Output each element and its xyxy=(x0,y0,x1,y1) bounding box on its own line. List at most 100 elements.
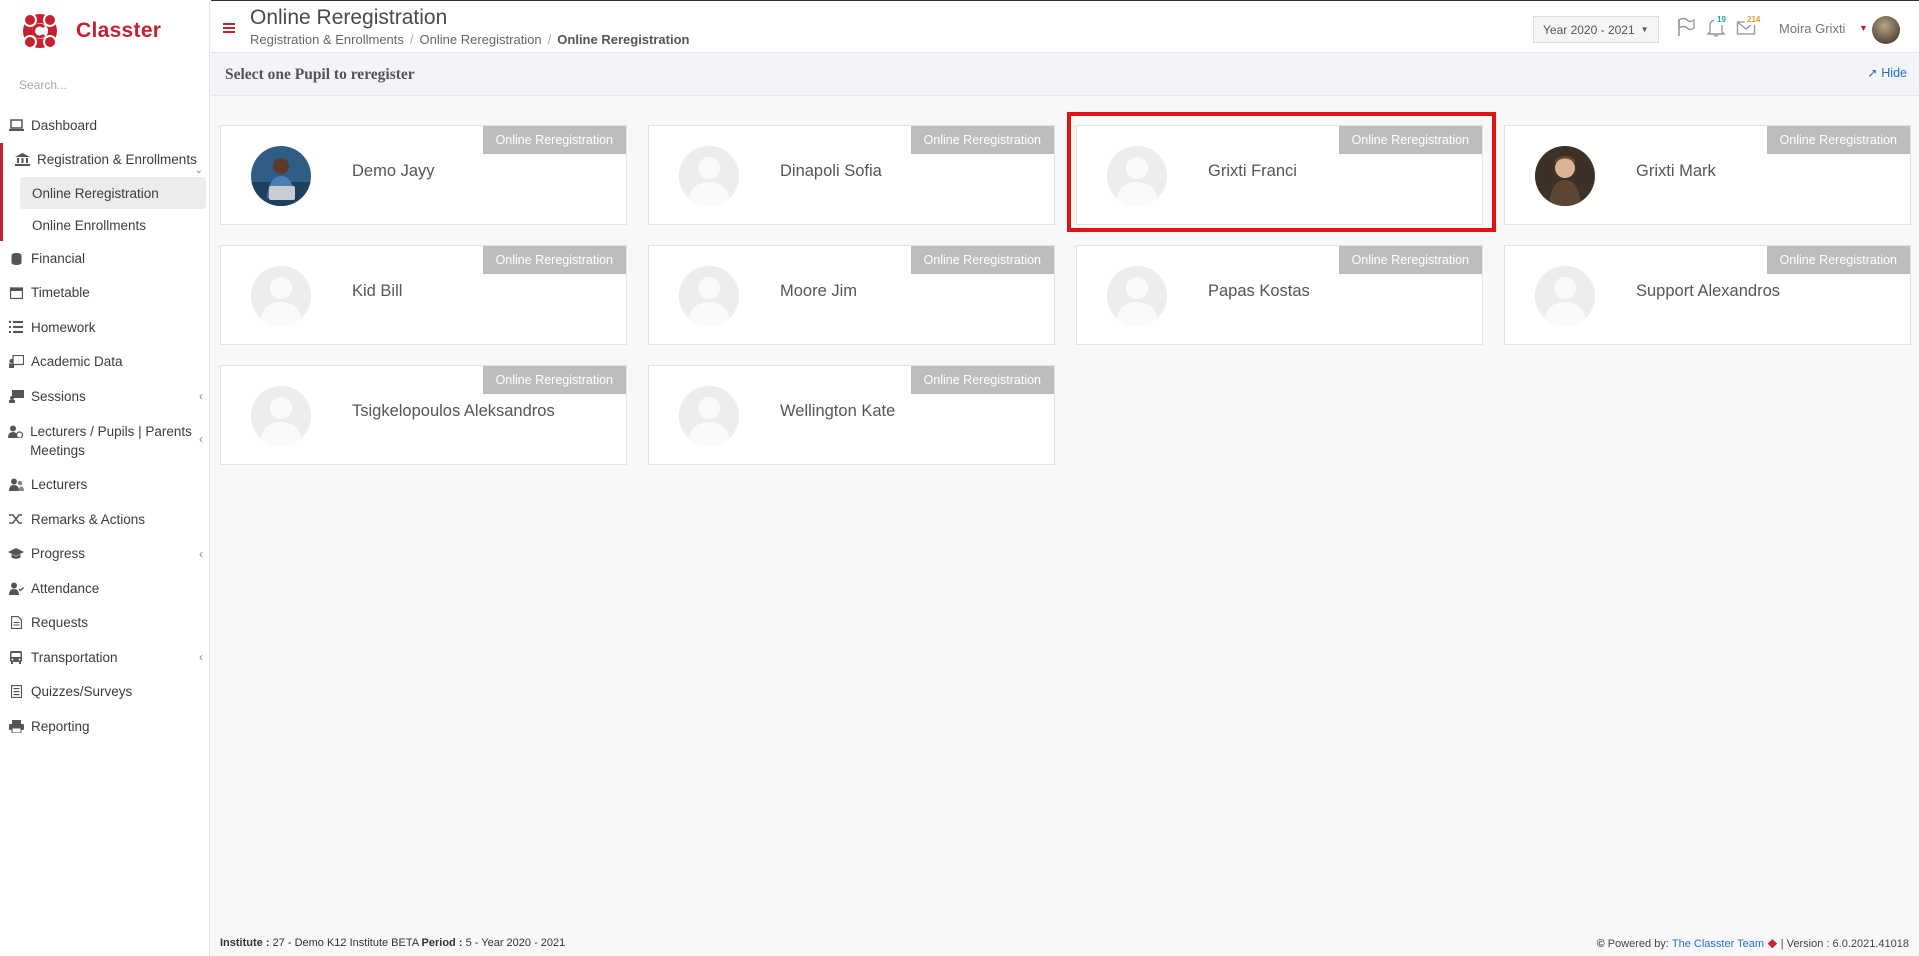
sidebar-item-meetings[interactable]: Lecturers / Pupils | Parents Meetings ‹ xyxy=(0,414,209,468)
institute-value: 27 - Demo K12 Institute BETA xyxy=(272,937,419,949)
pupil-name: Wellington Kate xyxy=(780,402,896,420)
sidebar-subitem-online-reregistration[interactable]: Online Reregistration xyxy=(20,177,206,209)
pupil-card[interactable]: Grixti Franci Online Reregistration xyxy=(1076,125,1483,225)
checklist-icon xyxy=(8,685,24,699)
calendar-icon xyxy=(8,286,24,300)
user-check-icon xyxy=(8,581,24,595)
pupil-card[interactable]: Kid Bill Online Reregistration xyxy=(220,245,627,345)
search-box xyxy=(0,62,209,108)
footer-credits: © Powered by: The Classter Team ❖ | Vers… xyxy=(1597,937,1909,951)
classter-logo-icon xyxy=(23,13,57,49)
online-reregistration-tag[interactable]: Online Reregistration xyxy=(910,246,1054,274)
chevron-left-icon: ‹ xyxy=(199,546,203,561)
pupil-name: Moore Jim xyxy=(780,282,858,300)
sidebar-subitem-label: Online Reregistration xyxy=(32,185,159,201)
chevron-left-icon: ‹ xyxy=(199,431,203,446)
user-clock-icon xyxy=(8,425,24,439)
sidebar-item-label: Remarks & Actions xyxy=(31,511,146,527)
user-avatar[interactable] xyxy=(1872,16,1900,44)
pupil-name: Papas Kostas xyxy=(1208,282,1310,300)
sidebar-item-homework[interactable]: Homework xyxy=(0,310,209,345)
menu-toggle-icon[interactable] xyxy=(223,23,235,33)
pupil-card[interactable]: Tsigkelopoulos Aleksandros Online Reregi… xyxy=(220,365,627,465)
sidebar-item-label: Lecturers / Pupils | Parents Meetings xyxy=(30,423,192,458)
sidebar-item-registration[interactable]: Registration & Enrollments ⌄ xyxy=(0,142,209,177)
pupil-name: Grixti Franci xyxy=(1208,162,1297,180)
pupil-name: Tsigkelopoulos Aleksandros xyxy=(352,402,555,420)
online-reregistration-tag[interactable]: Online Reregistration xyxy=(1766,126,1910,154)
online-reregistration-tag[interactable]: Online Reregistration xyxy=(482,126,626,154)
hide-button[interactable]: ➚ Hide xyxy=(1867,65,1907,80)
printer-icon xyxy=(8,719,24,733)
breadcrumb-item[interactable]: Online Reregistration xyxy=(420,32,542,47)
sidebar-item-label: Reporting xyxy=(31,718,90,734)
shuffle-icon xyxy=(8,512,24,526)
pupil-card[interactable]: Grixti Mark Online Reregistration xyxy=(1504,125,1911,225)
sidebar-item-transportation[interactable]: Transportation ‹ xyxy=(0,640,209,675)
caret-down-icon[interactable]: ▼ xyxy=(1859,23,1868,33)
online-reregistration-tag[interactable]: Online Reregistration xyxy=(482,366,626,394)
sidebar-item-remarks[interactable]: Remarks & Actions xyxy=(0,502,209,537)
caret-down-icon: ▼ xyxy=(1640,25,1649,34)
section-title: Select one Pupil to reregister xyxy=(225,66,415,83)
search-input[interactable] xyxy=(19,78,189,92)
default-avatar-icon xyxy=(251,266,311,326)
default-avatar-icon xyxy=(1535,266,1595,326)
logo[interactable]: Classter xyxy=(0,0,209,62)
team-link[interactable]: The Classter Team xyxy=(1672,938,1764,950)
breadcrumb-item[interactable]: Registration & Enrollments xyxy=(250,32,404,47)
sidebar-item-academic-data[interactable]: Academic Data xyxy=(0,345,209,380)
year-select[interactable]: Year 2020 - 2021 ▼ xyxy=(1533,16,1659,43)
sidebar: Classter Dashboard Registration & Enroll… xyxy=(0,0,210,956)
sidebar-item-label: Timetable xyxy=(31,285,90,301)
sidebar-item-requests[interactable]: Requests xyxy=(0,606,209,641)
breadcrumb: Registration & Enrollments / Online Rere… xyxy=(250,32,689,47)
sidebar-item-label: Academic Data xyxy=(31,354,123,370)
sidebar-item-attendance[interactable]: Attendance xyxy=(0,571,209,606)
default-avatar-icon xyxy=(679,146,739,206)
online-reregistration-tag[interactable]: Online Reregistration xyxy=(1338,126,1482,154)
sidebar-item-financial[interactable]: Financial xyxy=(0,241,209,276)
sidebar-item-reporting[interactable]: Reporting xyxy=(0,709,209,744)
top-header: Online Reregistration Registration & Enr… xyxy=(211,0,1919,53)
sidebar-item-label: Quizzes/Surveys xyxy=(31,684,133,700)
sidebar-item-sessions[interactable]: Sessions ‹ xyxy=(0,379,209,414)
sidebar-subitem-label: Online Enrollments xyxy=(32,217,147,233)
online-reregistration-tag[interactable]: Online Reregistration xyxy=(482,246,626,274)
presentation-icon xyxy=(8,389,24,403)
chevron-left-icon: ‹ xyxy=(199,650,203,665)
pupil-card[interactable]: Dinapoli Sofia Online Reregistration xyxy=(648,125,1055,225)
institute-label: Institute : xyxy=(220,937,270,949)
online-reregistration-tag[interactable]: Online Reregistration xyxy=(1338,246,1482,274)
sidebar-item-label: Transportation xyxy=(31,649,118,665)
online-reregistration-tag[interactable]: Online Reregistration xyxy=(910,366,1054,394)
online-reregistration-tag[interactable]: Online Reregistration xyxy=(910,126,1054,154)
pupil-card[interactable]: Wellington Kate Online Reregistration xyxy=(648,365,1055,465)
default-avatar-icon xyxy=(251,386,311,446)
breadcrumb-separator: / xyxy=(409,32,414,47)
laptop-icon xyxy=(8,118,24,132)
sidebar-nav: Dashboard Registration & Enrollments ⌄ O… xyxy=(0,108,209,744)
pupil-card[interactable]: Papas Kostas Online Reregistration xyxy=(1076,245,1483,345)
pupil-card[interactable]: Moore Jim Online Reregistration xyxy=(648,245,1055,345)
sidebar-item-quizzes[interactable]: Quizzes/Surveys xyxy=(0,675,209,710)
online-reregistration-tag[interactable]: Online Reregistration xyxy=(1766,246,1910,274)
default-avatar-icon xyxy=(679,386,739,446)
flag-icon[interactable] xyxy=(1676,17,1696,40)
footer-info: Institute : 27 - Demo K12 Institute BETA… xyxy=(220,937,565,949)
pupil-name: Kid Bill xyxy=(352,282,403,300)
year-select-value: Year 2020 - 2021 xyxy=(1543,22,1635,37)
sidebar-item-progress[interactable]: Progress ‹ xyxy=(0,537,209,572)
sidebar-item-dashboard[interactable]: Dashboard xyxy=(0,108,209,143)
sidebar-subitem-online-enrollments[interactable]: Online Enrollments xyxy=(3,209,209,241)
pin-icon: ➚ xyxy=(1867,66,1878,80)
graduation-cap-icon xyxy=(8,547,24,561)
sidebar-item-lecturers[interactable]: Lecturers xyxy=(0,468,209,503)
user-name[interactable]: Moira Grixti xyxy=(1779,21,1845,36)
pupil-card[interactable]: Demo Jayy Online Reregistration xyxy=(220,125,627,225)
version-text: | Version : 6.0.2021.41018 xyxy=(1780,938,1909,950)
sidebar-item-label: Dashboard xyxy=(31,117,98,133)
pupil-card[interactable]: Support Alexandros Online Reregistration xyxy=(1504,245,1911,345)
sidebar-item-timetable[interactable]: Timetable xyxy=(0,276,209,311)
sidebar-item-label: Lecturers xyxy=(31,477,88,493)
